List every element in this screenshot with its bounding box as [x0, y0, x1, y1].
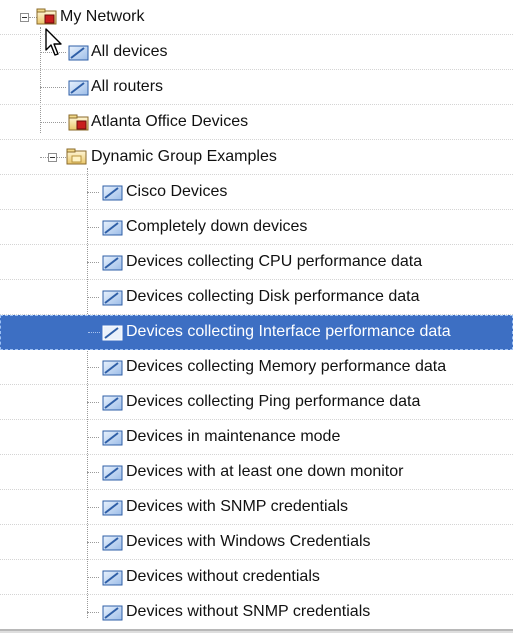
group-icon — [102, 535, 123, 551]
group-icon — [68, 45, 89, 61]
tree-label: Devices with at least one down monitor — [126, 463, 404, 480]
tree-item-dynamic-group[interactable]: Cisco Devices — [0, 175, 513, 210]
tree-label: Dynamic Group Examples — [91, 148, 277, 165]
group-icon — [102, 395, 123, 411]
tree-label: My Network — [60, 8, 145, 25]
group-icon — [102, 605, 123, 621]
tree-label: Devices without credentials — [126, 568, 320, 585]
tree-item-dynamic-group-selected[interactable]: Devices collecting Interface performance… — [0, 315, 513, 350]
tree-label: Devices collecting Memory performance da… — [126, 358, 447, 375]
tree-item-dynamic-group[interactable]: Devices in maintenance mode — [0, 420, 513, 455]
tree-item-dynamic-group[interactable]: Devices with at least one down monitor — [0, 455, 513, 490]
group-icon — [102, 360, 123, 376]
tree-root-my-network[interactable]: My Network — [0, 0, 513, 35]
tree-label: Devices without SNMP credentials — [126, 603, 371, 620]
tree-connector — [57, 157, 66, 158]
group-icon — [102, 185, 123, 201]
tree-label: Atlanta Office Devices — [91, 113, 249, 130]
tree-item-dynamic-group[interactable]: Devices collecting Disk performance data — [0, 280, 513, 315]
tree-label: Completely down devices — [126, 218, 308, 235]
group-icon — [102, 465, 123, 481]
tree-label: All routers — [91, 78, 164, 95]
group-icon — [102, 220, 123, 236]
tree-item-dynamic-group[interactable]: Devices with Windows Credentials — [0, 525, 513, 560]
group-icon — [102, 290, 123, 306]
mouse-pointer-icon — [45, 28, 62, 56]
tree-item-dynamic-group[interactable]: Devices without SNMP credentials — [0, 595, 513, 630]
tree-item-all-routers[interactable]: All routers — [0, 70, 513, 105]
tree-label: Devices with Windows Credentials — [126, 533, 371, 550]
tree-connector — [87, 297, 99, 298]
tree-connector — [87, 262, 99, 263]
tree-connector — [87, 542, 99, 543]
folder-icon — [66, 148, 87, 165]
tree-connector — [87, 227, 99, 228]
tree-connector — [87, 577, 99, 578]
tree-label: Devices with SNMP credentials — [126, 498, 349, 515]
group-icon — [102, 430, 123, 446]
tree-item-dynamic-group[interactable]: Devices collecting Ping performance data — [0, 385, 513, 420]
office-folder-icon — [68, 114, 89, 131]
tree-connector — [87, 367, 99, 368]
tree-item-dynamic-group[interactable]: Devices with SNMP credentials — [0, 490, 513, 525]
tree-label: Devices collecting Disk performance data — [126, 288, 420, 305]
tree-connector — [87, 192, 99, 193]
tree-item-atlanta-office-devices[interactable]: Atlanta Office Devices — [0, 105, 513, 140]
tree-connector — [87, 472, 99, 473]
tree-label: Devices collecting Ping performance data — [126, 393, 421, 410]
collapse-toggle[interactable] — [48, 153, 57, 162]
tree-connector — [88, 332, 100, 333]
tree-item-dynamic-group[interactable]: Devices collecting Memory performance da… — [0, 350, 513, 385]
tree-label: All devices — [91, 43, 168, 60]
network-folder-icon — [36, 8, 57, 25]
tree-label: Devices collecting Interface performance… — [126, 323, 451, 340]
tree-item-dynamic-group[interactable]: Devices without credentials — [0, 560, 513, 595]
tree-connector — [87, 437, 99, 438]
group-icon — [102, 570, 123, 586]
tree-connector — [87, 402, 99, 403]
tree-connector — [87, 612, 99, 613]
tree-connector — [40, 87, 66, 88]
tree-item-dynamic-group-examples[interactable]: Dynamic Group Examples — [0, 140, 513, 175]
tree-item-all-devices[interactable]: All devices — [0, 35, 513, 70]
tree-label: Cisco Devices — [126, 183, 228, 200]
tree-label: Devices collecting CPU performance data — [126, 253, 423, 270]
tree-item-dynamic-group[interactable]: Completely down devices — [0, 210, 513, 245]
tree-connector — [40, 122, 66, 123]
group-icon — [102, 255, 123, 271]
tree-connector — [40, 157, 48, 158]
tree-item-dynamic-group[interactable]: Devices collecting CPU performance data — [0, 245, 513, 280]
group-icon — [102, 500, 123, 516]
collapse-toggle[interactable] — [20, 13, 29, 22]
group-icon — [102, 325, 123, 341]
tree-connector — [87, 507, 99, 508]
group-icon — [68, 80, 89, 96]
device-tree: My Network All devices All routers Atlan… — [0, 0, 513, 633]
tree-label: Devices in maintenance mode — [126, 428, 341, 445]
